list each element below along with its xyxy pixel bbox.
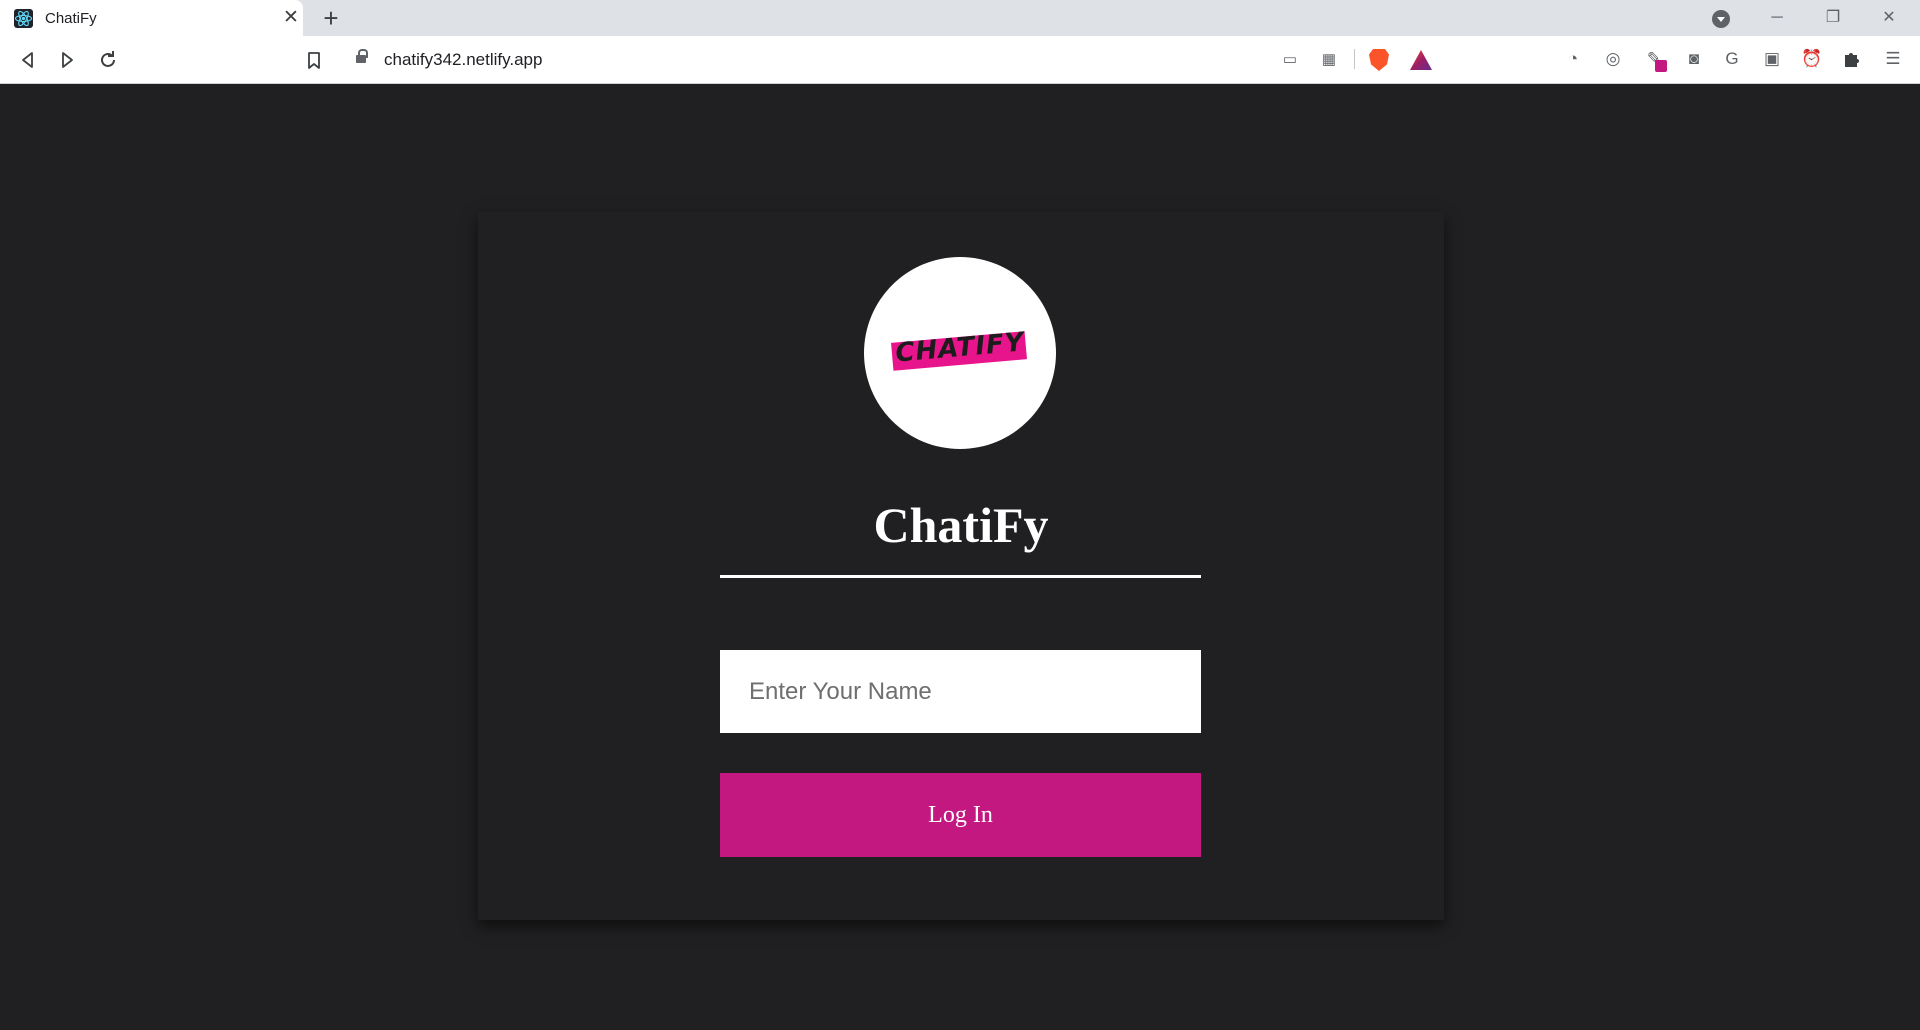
omnibox-divider (1354, 49, 1355, 69)
menu-icon[interactable]: ☰ (1880, 46, 1906, 72)
brave-rewards-icon[interactable] (1410, 50, 1432, 70)
cast-icon[interactable]: ▭ (1280, 50, 1300, 70)
tab-title: ChatiFy (45, 10, 97, 27)
login-button[interactable]: Log In (720, 773, 1201, 857)
extension-square-icon[interactable]: ▣ (1759, 46, 1785, 72)
bookmark-icon[interactable] (300, 46, 328, 74)
extension-badge (1655, 60, 1667, 72)
name-input[interactable] (720, 650, 1201, 733)
reload-icon[interactable] (94, 46, 122, 74)
extension-clock-icon[interactable]: ◔ (1560, 46, 1586, 72)
page-title: ChatiFy (873, 497, 1049, 553)
tab-close-icon[interactable]: ✕ (280, 6, 302, 30)
camera-icon[interactable]: ◙ (1681, 46, 1707, 72)
chatify-logo: CHATIFY (864, 257, 1056, 449)
translate-icon[interactable]: G (1719, 46, 1745, 72)
puzzle-icon[interactable] (1839, 46, 1865, 72)
url-text[interactable]: chatify342.netlify.app (384, 50, 542, 70)
login-card: CHATIFY ChatiFy Log In (478, 212, 1444, 920)
qr-code-icon[interactable]: ▦ (1319, 50, 1339, 70)
browser-toolbar: chatify342.netlify.app ▭ ▦ ◔ ◎ ✎ ◙ G ▣ ⏰… (0, 36, 1920, 84)
forward-icon[interactable] (53, 46, 81, 74)
browser-tab-strip: ChatiFy ✕ + ─ ❐ ✕ (0, 0, 1920, 36)
extension-grid-icon[interactable]: ◎ (1600, 46, 1626, 72)
new-tab-button[interactable]: + (318, 4, 344, 32)
minimize-button[interactable]: ─ (1749, 0, 1805, 36)
restore-button[interactable]: ❐ (1805, 0, 1861, 36)
react-favicon-icon (14, 9, 33, 28)
title-divider (720, 575, 1201, 578)
extension-pen-icon[interactable]: ✎ (1641, 46, 1667, 72)
back-icon[interactable] (14, 46, 42, 74)
address-bar[interactable]: chatify342.netlify.app ▭ ▦ (342, 41, 1444, 77)
close-window-button[interactable]: ✕ (1861, 0, 1917, 36)
tab-search-dropdown-icon[interactable] (1712, 10, 1730, 28)
lock-icon[interactable] (356, 49, 368, 65)
alarm-icon[interactable]: ⏰ (1799, 46, 1825, 72)
brave-shields-icon[interactable] (1369, 49, 1389, 71)
browser-tab[interactable]: ChatiFy ✕ (0, 0, 303, 36)
